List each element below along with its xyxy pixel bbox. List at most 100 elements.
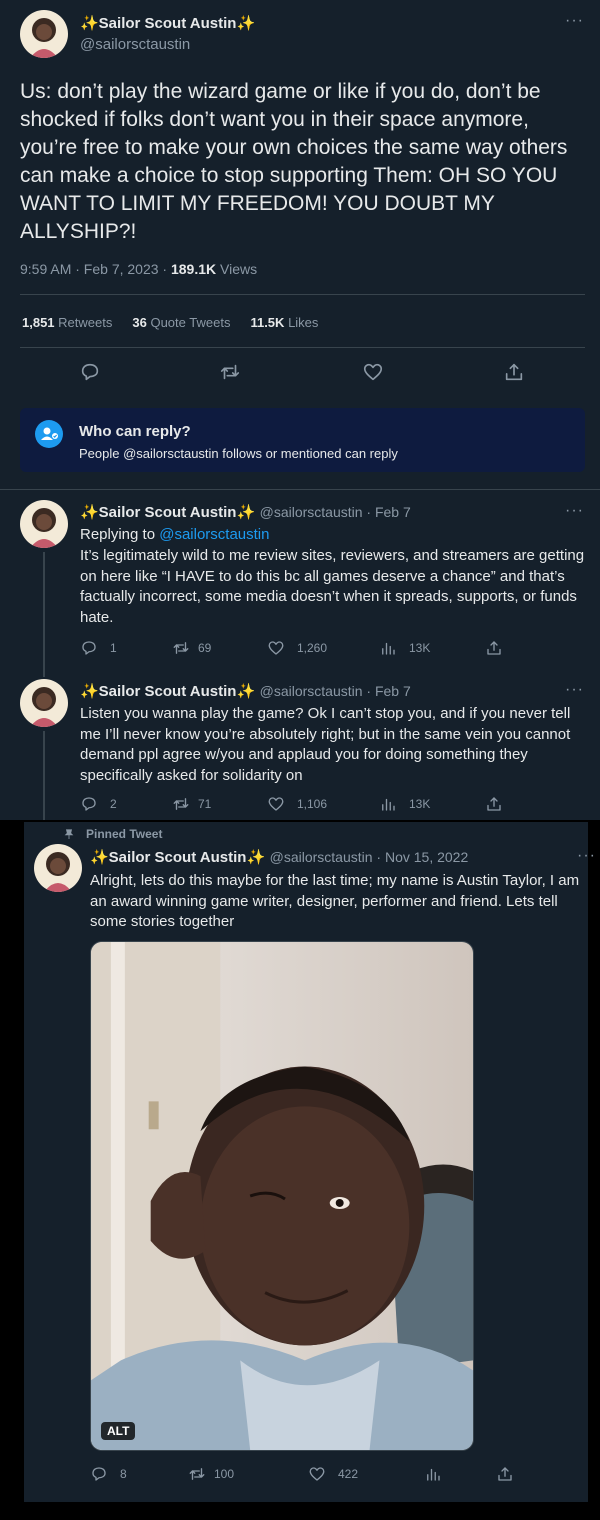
more-options-icon[interactable]: ···	[565, 12, 584, 30]
quotes-count: 36	[132, 315, 147, 330]
retweets-stat[interactable]: 1,851 Retweets	[22, 315, 112, 330]
quotes-stat[interactable]: 36 Quote Tweets	[132, 315, 230, 330]
avatar[interactable]	[20, 679, 68, 727]
author-name[interactable]: ✨Sailor Scout Austin✨	[80, 504, 255, 521]
divider	[0, 489, 600, 490]
reply-header: ✨Sailor Scout Austin✨ @sailorsctaustin ·…	[80, 682, 411, 701]
reply-button[interactable]: 1	[80, 639, 117, 657]
alt-text-badge[interactable]: ALT	[101, 1422, 136, 1440]
retweet-button[interactable]: 69	[172, 639, 211, 657]
avatar[interactable]	[34, 844, 82, 892]
tweet-thread-panel: ✨Sailor Scout Austin✨ @sailorsctaustin ·…	[0, 0, 600, 820]
likes-count: 11.5K	[250, 315, 285, 330]
like-button[interactable]	[362, 361, 384, 383]
retweet-icon	[220, 364, 240, 380]
avatar[interactable]	[20, 500, 68, 548]
retweet-count: 69	[198, 641, 212, 655]
share-icon	[487, 797, 501, 811]
replying-prefix: Replying to	[80, 526, 160, 543]
retweet-count: 71	[198, 797, 212, 811]
divider	[20, 347, 585, 348]
share-button[interactable]	[485, 795, 503, 813]
share-button[interactable]	[485, 639, 503, 657]
like-count: 1,260	[297, 641, 328, 655]
pinned-label-row: Pinned Tweet	[64, 827, 162, 841]
reply-count: 1	[110, 641, 117, 655]
share-icon	[487, 641, 501, 655]
views-button[interactable]: 13K	[379, 795, 430, 813]
pinned-header: ✨Sailor Scout Austin✨ @sailorsctaustin ·…	[90, 848, 468, 867]
who-can-reply-banner: Who can reply? People @sailorsctaustin f…	[20, 408, 585, 472]
share-icon	[498, 1467, 512, 1481]
author-name[interactable]: ✨Sailor Scout Austin✨	[90, 849, 265, 866]
likes-label: Likes	[288, 315, 319, 330]
share-button[interactable]	[496, 1465, 514, 1483]
share-button[interactable]	[503, 361, 525, 383]
people-icon	[35, 420, 63, 448]
reply-count: 2	[110, 797, 117, 811]
retweet-count: 100	[214, 1467, 235, 1481]
pin-icon	[64, 829, 74, 839]
retweet-icon	[189, 1468, 205, 1480]
likes-stat[interactable]: 11.5K Likes	[250, 315, 318, 330]
like-button[interactable]: 422	[308, 1465, 358, 1483]
quotes-label: Quote Tweets	[150, 315, 231, 330]
reply-icon	[82, 797, 96, 811]
heart-icon	[268, 797, 284, 811]
who-can-reply-text: People @sailorsctaustin follows or menti…	[79, 446, 398, 461]
reply-button[interactable]: 2	[80, 795, 117, 813]
reply-header: ✨Sailor Scout Austin✨ @sailorsctaustin ·…	[80, 503, 411, 522]
share-icon	[505, 363, 523, 381]
heart-icon	[268, 641, 284, 655]
author-meta[interactable]: @sailorsctaustin · Nov 15, 2022	[270, 849, 469, 865]
more-options-icon[interactable]: ···	[565, 502, 584, 520]
retweet-button[interactable]: 71	[172, 795, 211, 813]
tweet-text: Us: don’t play the wizard game or like i…	[20, 80, 568, 243]
tweet-photo[interactable]: ALT	[90, 941, 474, 1451]
thread-connector	[43, 552, 45, 677]
tweet-text: Alright, lets do this maybe for the last…	[90, 872, 580, 930]
analytics-icon	[382, 798, 395, 811]
author-meta[interactable]: @sailorsctaustin · Feb 7	[260, 504, 411, 520]
avatar[interactable]	[20, 10, 68, 58]
thread-connector	[43, 731, 45, 820]
retweets-count: 1,851	[22, 315, 55, 330]
pinned-label: Pinned Tweet	[86, 827, 163, 841]
author-name[interactable]: ✨Sailor Scout Austin✨	[80, 14, 255, 32]
retweet-button[interactable]	[219, 361, 241, 383]
timestamp-text[interactable]: 9:59 AM · Feb 7, 2023 ·	[20, 261, 171, 277]
views-count: 13K	[409, 641, 431, 655]
like-count: 422	[338, 1467, 359, 1481]
divider	[20, 294, 585, 295]
retweet-button[interactable]: 100	[188, 1465, 234, 1483]
retweet-icon	[173, 798, 189, 810]
retweets-label: Retweets	[58, 315, 113, 330]
engagement-stats: 1,851 Retweets 36 Quote Tweets 11.5K Lik…	[22, 315, 318, 330]
author-meta[interactable]: @sailorsctaustin · Feb 7	[260, 683, 411, 699]
replying-to: Replying to @sailorsctaustin	[80, 525, 270, 546]
pinned-tweet-panel: Pinned Tweet ✨Sailor Scout Austin✨ @sail…	[24, 822, 595, 1502]
tweet-text: It’s legitimately wild to me review site…	[80, 547, 585, 626]
more-options-icon[interactable]: ···	[577, 847, 596, 865]
tweet-timestamp: 9:59 AM · Feb 7, 2023 · 189.1K Views	[20, 261, 257, 277]
author-name[interactable]: ✨Sailor Scout Austin✨	[80, 683, 255, 700]
like-count: 1,106	[297, 797, 328, 811]
more-options-icon[interactable]: ···	[565, 681, 584, 699]
like-button[interactable]: 1,260	[267, 639, 327, 657]
replying-handle-link[interactable]: @sailorsctaustin	[159, 526, 269, 543]
heart-icon	[309, 1467, 325, 1481]
reply-icon	[81, 363, 99, 381]
like-button[interactable]: 1,106	[267, 795, 327, 813]
tweet-text: Listen you wanna play the game? Ok I can…	[80, 705, 571, 784]
views-button[interactable]	[424, 1465, 442, 1483]
reply-icon	[92, 1467, 106, 1481]
views-count: 13K	[409, 797, 431, 811]
who-can-reply-title: Who can reply?	[79, 423, 191, 440]
analytics-icon	[382, 642, 395, 655]
analytics-icon	[427, 1468, 440, 1481]
reply-button[interactable]: 8	[90, 1465, 127, 1483]
views-button[interactable]: 13K	[379, 639, 430, 657]
reply-icon	[82, 641, 96, 655]
reply-button[interactable]	[79, 361, 101, 383]
author-handle[interactable]: @sailorsctaustin	[80, 36, 190, 53]
